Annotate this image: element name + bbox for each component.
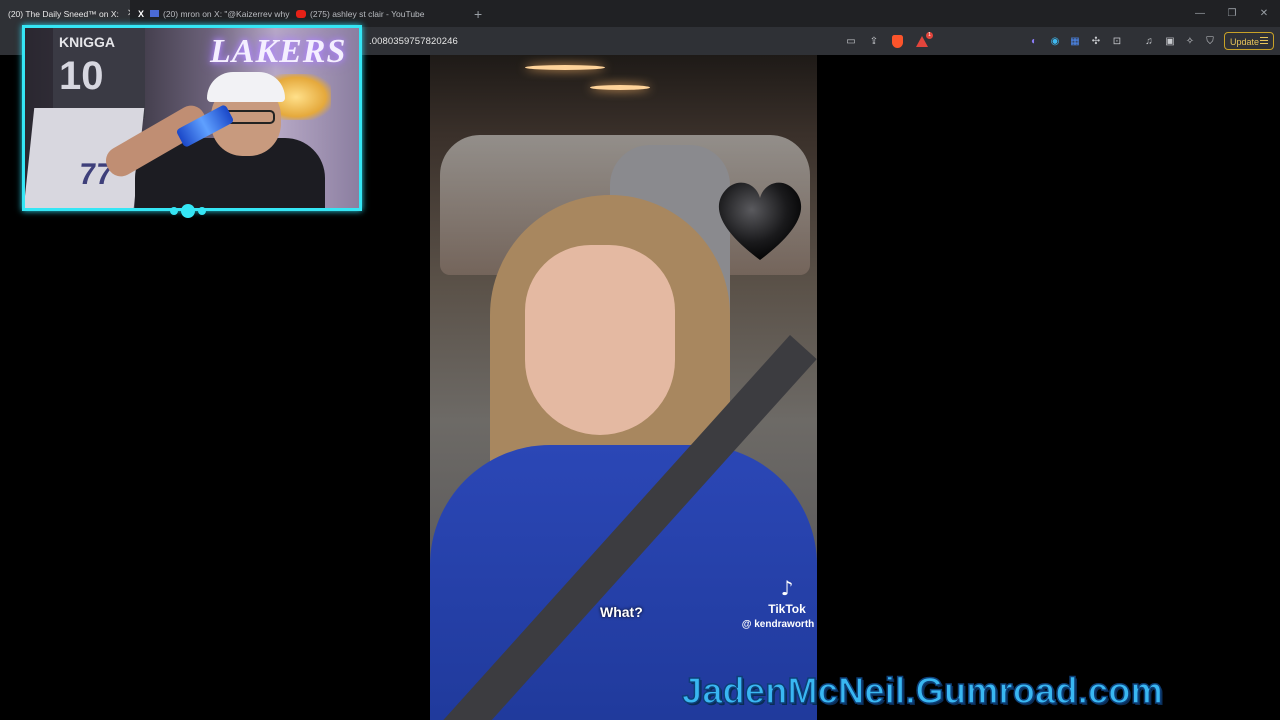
x-icon: X <box>137 8 144 19</box>
ai-assistant-icon[interactable]: ◐ <box>1027 34 1041 48</box>
tab-youtube[interactable]: (275) ashley st clair - YouTube <box>290 0 450 27</box>
webcam-overlay: KNIGGA 10 77 LAKERS <box>22 25 362 211</box>
hamburger-menu-icon <box>1260 37 1268 46</box>
streamer-cap <box>207 72 285 102</box>
car-interior-light <box>590 85 650 90</box>
extension-icon[interactable]: ◉ <box>1048 34 1062 48</box>
wallet-icon[interactable]: ▣ <box>1163 34 1177 48</box>
share-icon[interactable]: ⇪ <box>867 34 881 48</box>
leo-icon[interactable]: ✧ <box>1183 34 1197 48</box>
video-player[interactable]: What? ♪ TikTok @ kendraworth <box>430 55 817 720</box>
address-bar[interactable]: .0080359757820246 <box>369 36 458 47</box>
extensions-puzzle-icon[interactable]: ✣ <box>1089 34 1103 48</box>
brave-shields-icon[interactable] <box>890 34 904 48</box>
restore-icon[interactable]: ❐ <box>1216 0 1248 27</box>
vpn-shield-icon[interactable]: ⛉ <box>1203 34 1217 48</box>
tab-strip: (20) The Daily Sneed™ on X: ✕ X (20) mro… <box>0 0 1280 27</box>
video-caption: What? <box>600 604 643 620</box>
tiktok-brand: TikTok <box>768 602 806 616</box>
minimize-icon[interactable]: — <box>1184 0 1216 27</box>
calendar-extension-icon[interactable]: ▦ <box>1068 34 1082 48</box>
tab-mron[interactable]: X (20) mron on X: "@Kaizerrev why <box>130 0 290 27</box>
gumroad-watermark: JadenMcNeil.Gumroad.com <box>681 669 1164 712</box>
update-button[interactable]: Update <box>1224 32 1274 50</box>
car-interior-light <box>525 65 605 70</box>
jersey-name: KNIGGA <box>59 34 115 50</box>
overlay-dots-decoration <box>170 204 206 218</box>
tiktok-handle: @ kendraworth <box>741 619 815 630</box>
container-icon <box>150 10 159 17</box>
close-window-icon[interactable]: ✕ <box>1248 0 1280 27</box>
tab-title: (275) ashley st clair - YouTube <box>310 8 425 19</box>
person-face <box>525 245 675 435</box>
window-controls: — ❐ ✕ <box>1184 0 1280 27</box>
neon-lakers-sign: LAKERS <box>210 33 347 70</box>
tiktok-watermark: ♪ TikTok @ kendraworth <box>742 576 817 630</box>
youtube-icon <box>296 9 306 18</box>
tab-daily-sneed[interactable]: (20) The Daily Sneed™ on X: ✕ <box>0 0 130 27</box>
black-heart-icon <box>718 182 802 260</box>
wall-jersey: KNIGGA 10 <box>53 28 145 118</box>
close-tab-icon[interactable]: ✕ <box>119 8 130 19</box>
cast-icon[interactable]: ▭ <box>844 34 858 48</box>
tab-title: (20) The Daily Sneed™ on X: <box>8 8 119 19</box>
jersey-number: 10 <box>59 54 104 98</box>
new-tab-button[interactable]: + <box>474 6 482 22</box>
notification-badge: 1 <box>926 32 933 39</box>
sidebar-icon[interactable]: ⊡ <box>1110 34 1124 48</box>
update-label: Update <box>1230 37 1260 47</box>
tiktok-logo-icon: ♪ <box>780 576 794 600</box>
media-icon[interactable]: ♫ <box>1142 34 1156 48</box>
tab-title: (20) mron on X: "@Kaizerrev why <box>163 8 290 19</box>
